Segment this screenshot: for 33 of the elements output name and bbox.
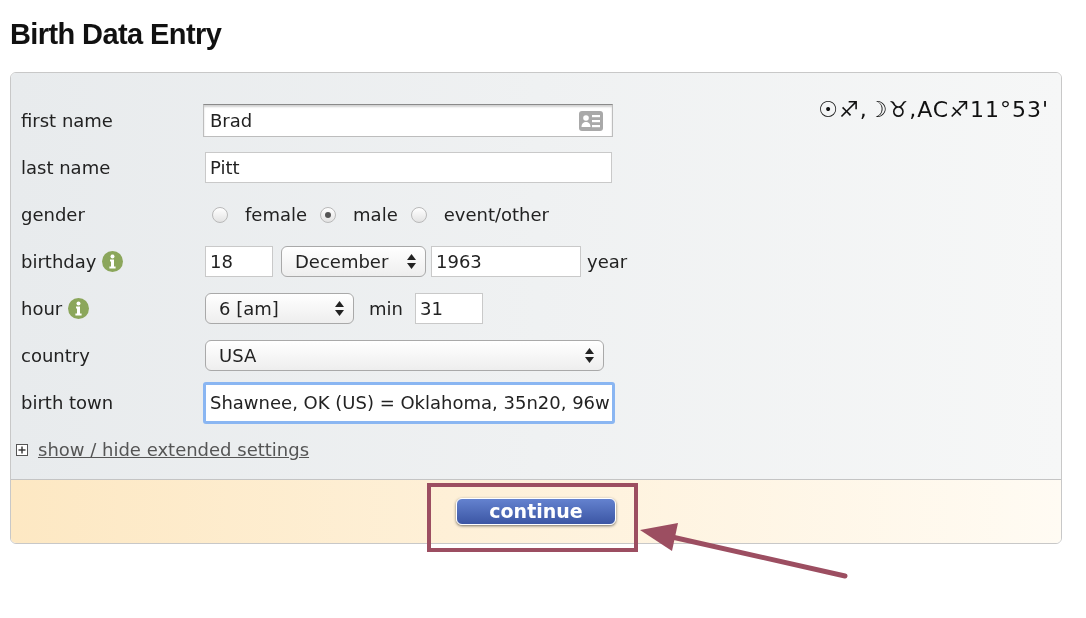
expand-icon[interactable] bbox=[16, 443, 28, 456]
field-label: birthday bbox=[21, 250, 97, 274]
minute-label: min bbox=[369, 297, 403, 321]
up-down-arrows-icon bbox=[335, 301, 344, 316]
text-field[interactable]: 31 bbox=[414, 293, 483, 324]
select-dropdown[interactable]: December bbox=[281, 246, 426, 277]
field-label: country bbox=[21, 344, 90, 368]
radio-button[interactable] bbox=[410, 206, 427, 223]
select-dropdown[interactable]: 6 [am] bbox=[205, 293, 354, 324]
radio-label: event/other bbox=[443, 203, 549, 227]
field-label: last name bbox=[21, 156, 111, 180]
radio-button[interactable] bbox=[212, 206, 228, 223]
continue-button[interactable]: continue bbox=[456, 498, 616, 525]
field-label: first name bbox=[21, 109, 113, 133]
field-label: birth town bbox=[21, 391, 114, 415]
radio-label: male bbox=[353, 203, 398, 227]
text-field[interactable]: Brad bbox=[203, 104, 613, 137]
text-field[interactable]: 1963 bbox=[431, 246, 581, 277]
radio-button[interactable] bbox=[320, 206, 337, 223]
page-title: Birth Data Entry bbox=[10, 17, 222, 53]
extended-settings-link[interactable]: show / hide extended settings bbox=[38, 436, 310, 463]
text-field[interactable]: 18 bbox=[205, 246, 273, 277]
text-field[interactable]: Pitt bbox=[205, 152, 612, 183]
chart-summary: ☉♐,☽♉,AC♐11°53' bbox=[818, 97, 1049, 123]
select-dropdown[interactable]: USA bbox=[205, 340, 604, 371]
up-down-arrows-icon bbox=[407, 254, 416, 269]
up-down-arrows-icon bbox=[585, 348, 594, 363]
text-field[interactable]: Shawnee, OK (US) = Oklahoma, 35n20, 96w bbox=[203, 381, 615, 424]
contact-card-icon[interactable] bbox=[579, 110, 603, 131]
field-label: hour bbox=[21, 297, 63, 321]
year-label: year bbox=[587, 250, 628, 274]
radio-label: female bbox=[245, 203, 308, 227]
field-label: gender bbox=[21, 203, 85, 227]
